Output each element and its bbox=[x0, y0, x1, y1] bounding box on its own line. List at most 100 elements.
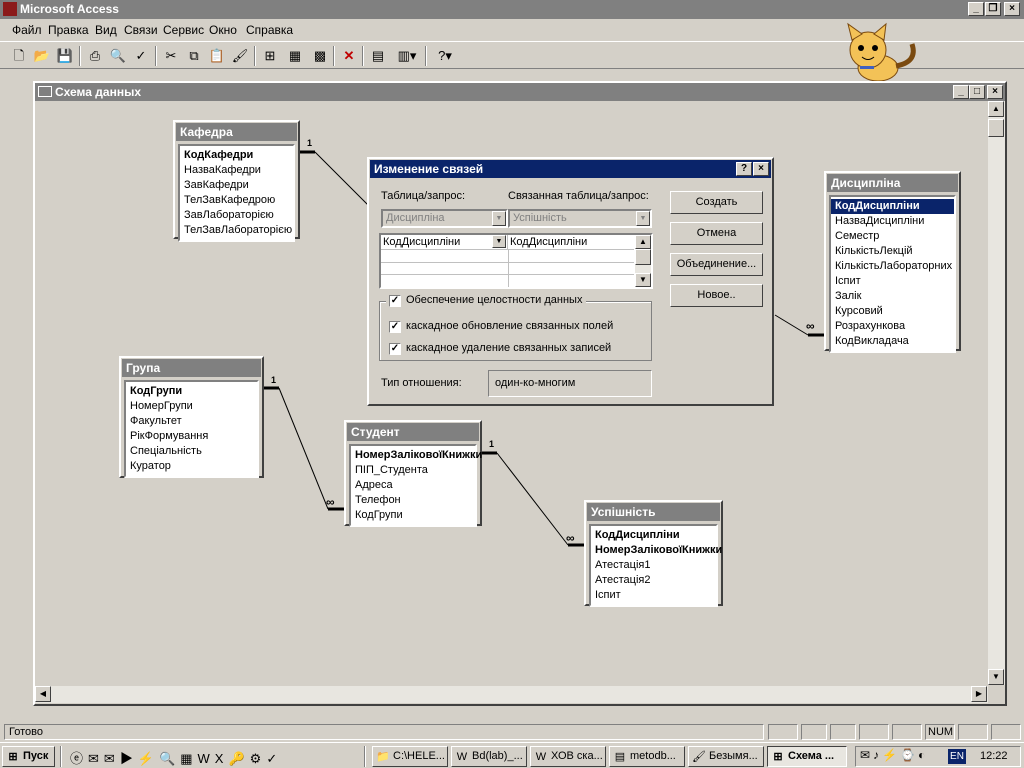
word-icon[interactable]: W bbox=[198, 751, 215, 766]
field-item[interactable]: Розрахункова bbox=[831, 319, 954, 334]
excel-icon[interactable]: X bbox=[215, 751, 229, 766]
field-item[interactable]: Телефон bbox=[351, 493, 475, 508]
preview-icon[interactable]: 🔍 bbox=[107, 46, 129, 66]
field-item[interactable]: Курсовий bbox=[831, 304, 954, 319]
restore-button[interactable]: ❐ bbox=[985, 2, 1001, 16]
menu-relations[interactable]: Связи bbox=[124, 23, 158, 37]
delete-icon[interactable]: ✕ bbox=[338, 46, 360, 66]
print-icon[interactable]: ⎙ bbox=[84, 46, 106, 66]
grid-left-cell[interactable]: КодДисципліни ▼ bbox=[381, 235, 508, 250]
copy-icon[interactable]: ⧉ bbox=[183, 46, 205, 66]
calc-icon[interactable]: ▦ bbox=[180, 751, 197, 766]
task-paint[interactable]: 🖌 Безымя... bbox=[688, 746, 764, 767]
table-title[interactable]: Студент bbox=[347, 423, 479, 441]
field-item[interactable]: ТелЗавКафедрою bbox=[180, 193, 293, 208]
grid-right-cell[interactable]: КодДисципліни bbox=[508, 235, 634, 250]
child-close-button[interactable]: × bbox=[987, 85, 1003, 99]
cut-icon[interactable]: ✂ bbox=[160, 46, 182, 66]
media-icon[interactable]: ▶ bbox=[120, 751, 138, 766]
table-dyscyplina[interactable]: Дисципліна КодДисципліни НазваДисципліни… bbox=[824, 171, 961, 353]
field-item[interactable]: НомерЗаліковоїКнижки bbox=[351, 448, 482, 463]
field-item[interactable]: Атестація1 bbox=[591, 558, 716, 573]
field-item[interactable]: РікФормування bbox=[126, 429, 257, 444]
field-item[interactable]: Куратор bbox=[126, 459, 257, 474]
vertical-scrollbar[interactable]: ▲ ▼ bbox=[988, 101, 1005, 685]
paste-icon[interactable]: 📋 bbox=[206, 46, 228, 66]
field-item[interactable]: Атестація2 bbox=[591, 573, 716, 588]
create-button[interactable]: Создать bbox=[670, 191, 763, 214]
player-icon[interactable]: ⚡ bbox=[138, 751, 159, 766]
related-table-combo[interactable]: Успішність ▼ bbox=[508, 209, 652, 228]
new-icon[interactable]: 🗋 bbox=[8, 46, 30, 66]
table-title[interactable]: Група bbox=[122, 359, 261, 377]
field-item[interactable]: НазваКафедри bbox=[180, 163, 293, 178]
chevron-down-icon[interactable]: ▼ bbox=[492, 211, 506, 226]
menu-tools[interactable]: Сервис bbox=[163, 23, 204, 37]
cascade-delete-checkbox[interactable]: ✓ bbox=[389, 343, 401, 355]
new-object-icon[interactable]: ▥▾ bbox=[392, 46, 422, 66]
frontpage-icon[interactable]: ⚙ bbox=[250, 751, 267, 766]
field-item-selected[interactable]: КодДисципліни bbox=[831, 199, 954, 214]
mail-icon[interactable]: ✉ bbox=[104, 751, 120, 766]
format-painter-icon[interactable]: 🖌 bbox=[229, 46, 251, 66]
table-uspishnist[interactable]: Успішність КодДисципліни НомерЗаліковоїК… bbox=[584, 500, 723, 607]
scroll-right-icon[interactable]: ▶ bbox=[971, 686, 987, 702]
menu-window[interactable]: Окно bbox=[209, 23, 237, 37]
field-item[interactable]: КодВикладача bbox=[831, 334, 954, 349]
open-icon[interactable]: 📂 bbox=[31, 46, 53, 66]
table-grupa[interactable]: Група КодГрупи НомерГрупи Факультет РікФ… bbox=[119, 356, 264, 478]
outlook-icon[interactable]: ✉ bbox=[88, 751, 104, 766]
table-title[interactable]: Дисципліна bbox=[827, 174, 958, 192]
task-word-1[interactable]: W Bd(lab)_... bbox=[451, 746, 527, 767]
field-item[interactable]: Семестр bbox=[831, 229, 954, 244]
save-icon[interactable]: 💾 bbox=[54, 46, 76, 66]
field-item[interactable]: Факультет bbox=[126, 414, 257, 429]
start-button[interactable]: ⊞ Пуск bbox=[2, 746, 55, 767]
scroll-up-icon[interactable]: ▲ bbox=[988, 101, 1004, 117]
menu-edit[interactable]: Правка bbox=[48, 23, 89, 37]
field-item[interactable]: Залік bbox=[831, 289, 954, 304]
access-icon[interactable]: 🔑 bbox=[228, 751, 249, 766]
task-metodb[interactable]: ▤ metodb... bbox=[609, 746, 685, 767]
spelling-icon[interactable]: ✓ bbox=[130, 46, 152, 66]
task-word-2[interactable]: W ХОВ ска... bbox=[530, 746, 606, 767]
grid-scrollbar[interactable]: ▲ ▼ bbox=[635, 235, 651, 287]
quick-launch-icons[interactable]: ⓔ✉✉▶⚡🔍▦WX🔑⚙✓ bbox=[70, 748, 282, 767]
menu-file[interactable]: Файл bbox=[12, 23, 42, 37]
office-assistant-cat-icon[interactable] bbox=[834, 22, 924, 84]
field-item[interactable]: КодГрупи bbox=[351, 508, 475, 523]
tray-icons[interactable]: ✉♪⚡⌚◐ bbox=[860, 748, 928, 762]
task-relationships[interactable]: ⊞ Схема ... bbox=[767, 746, 847, 767]
cascade-update-label[interactable]: каскадное обновление связанных полей bbox=[406, 320, 613, 332]
language-indicator[interactable]: EN bbox=[948, 749, 966, 764]
help-icon[interactable]: ?▾ bbox=[430, 46, 460, 66]
scroll-left-icon[interactable]: ◀ bbox=[35, 686, 51, 702]
field-item[interactable]: НомерГрупи bbox=[126, 399, 257, 414]
menu-help[interactable]: Справка bbox=[246, 23, 293, 37]
field-item[interactable]: ПІП_Студента bbox=[351, 463, 475, 478]
grid-scroll-down-icon[interactable]: ▼ bbox=[635, 273, 651, 287]
field-item[interactable]: ЗавЛабораторією bbox=[180, 208, 293, 223]
show-all-icon[interactable]: ▩ bbox=[309, 46, 331, 66]
show-table-icon[interactable]: ⊞ bbox=[259, 46, 281, 66]
database-window-icon[interactable]: ▤ bbox=[367, 46, 389, 66]
cascade-delete-label[interactable]: каскадное удаление связанных записей bbox=[406, 342, 611, 354]
grid-scroll-thumb[interactable] bbox=[635, 249, 651, 265]
cascade-update-checkbox[interactable]: ✓ bbox=[389, 321, 401, 333]
show-direct-icon[interactable]: ▦ bbox=[284, 46, 306, 66]
ie-icon[interactable]: ⓔ bbox=[70, 751, 88, 766]
field-item[interactable]: КількістьЛекцій bbox=[831, 244, 954, 259]
field-item[interactable]: КодДисципліни bbox=[591, 528, 716, 543]
table-combo[interactable]: Дисципліна ▼ bbox=[381, 209, 508, 228]
table-title[interactable]: Кафедра bbox=[176, 123, 297, 141]
new-relation-button[interactable]: Новое.. bbox=[670, 284, 763, 307]
integrity-checkbox[interactable]: ✓ bbox=[389, 295, 401, 307]
close-button[interactable]: × bbox=[1004, 2, 1020, 16]
table-title[interactable]: Успішність bbox=[587, 503, 720, 521]
integrity-label[interactable]: Обеспечение целостности данных bbox=[406, 294, 582, 306]
field-item[interactable]: Іспит bbox=[831, 274, 954, 289]
field-item[interactable]: ТелЗавЛабораторією bbox=[180, 223, 293, 238]
scroll-down-icon[interactable]: ▼ bbox=[988, 669, 1004, 685]
field-item[interactable]: КодГрупи bbox=[126, 384, 257, 399]
check-icon[interactable]: ✓ bbox=[266, 751, 282, 766]
